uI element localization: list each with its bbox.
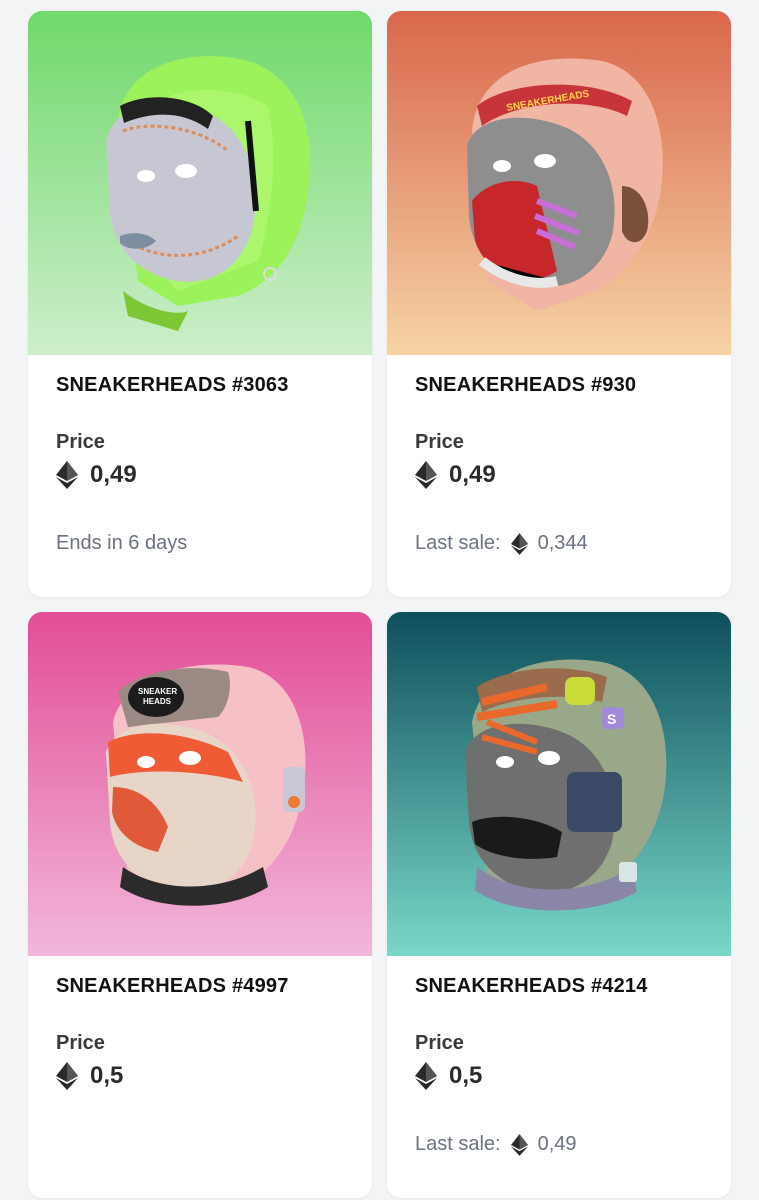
ethereum-icon <box>415 461 437 489</box>
auction-ends-text: Ends in 6 days <box>56 532 187 555</box>
nft-artwork[interactable]: SNEAKERHEADS <box>387 11 731 355</box>
svg-text:S: S <box>607 711 616 727</box>
price-label: Price <box>415 431 464 453</box>
price-row: 0,49 <box>415 461 496 489</box>
nft-artwork[interactable]: S <box>387 612 731 956</box>
mask-artwork-image: SNEAKERHEADS <box>387 11 731 355</box>
nft-card-4214[interactable]: S SNEAKERHEADS #4214 Price 0,5 Last sale… <box>387 612 731 1198</box>
ethereum-icon <box>510 532 528 555</box>
mask-artwork-image: S <box>387 612 731 956</box>
last-sale-value: 0,49 <box>537 1133 577 1155</box>
ethereum-icon <box>56 1062 78 1090</box>
mask-artwork-image: SNEAKER HEADS <box>28 612 372 956</box>
price-label: Price <box>415 1032 464 1054</box>
ethereum-icon <box>415 1062 437 1090</box>
price-row: 0,49 <box>56 461 137 489</box>
nft-title[interactable]: SNEAKERHEADS #3063 <box>56 374 289 397</box>
ethereum-icon <box>56 461 78 489</box>
nft-grid: SNEAKERHEADS #3063 Price 0,49 Ends in 6 … <box>0 0 759 1200</box>
price-row: 0,5 <box>415 1062 482 1090</box>
last-sale-label: Last sale: <box>415 1133 501 1155</box>
price-value: 0,49 <box>449 461 496 488</box>
ends-in-label: Ends in 6 days <box>56 532 188 554</box>
last-sale-label: Last sale: <box>415 532 501 554</box>
price-value: 0,5 <box>90 1062 124 1089</box>
nft-card-930[interactable]: SNEAKERHEADS SNEAKERHEADS #930 Price 0,4… <box>387 11 731 597</box>
price-label: Price <box>56 1032 105 1054</box>
nft-title[interactable]: SNEAKERHEADS #4997 <box>56 975 289 998</box>
price-value: 0,5 <box>449 1062 483 1089</box>
nft-artwork[interactable] <box>28 11 372 355</box>
ethereum-icon <box>510 1133 528 1156</box>
nft-artwork[interactable]: SNEAKER HEADS <box>28 612 372 956</box>
svg-text:HEADS: HEADS <box>143 697 172 706</box>
price-row: 0,5 <box>56 1062 123 1090</box>
price-label: Price <box>56 431 105 453</box>
last-sale: Last sale: 0,49 <box>415 1133 577 1156</box>
mask-artwork-image <box>28 11 372 355</box>
nft-title[interactable]: SNEAKERHEADS #4214 <box>415 975 648 998</box>
last-sale: Last sale: 0,344 <box>415 532 588 555</box>
last-sale-value: 0,344 <box>537 532 588 554</box>
svg-text:SNEAKER: SNEAKER <box>138 687 177 696</box>
price-value: 0,49 <box>90 461 137 488</box>
nft-title[interactable]: SNEAKERHEADS #930 <box>415 374 636 397</box>
nft-card-4997[interactable]: SNEAKER HEADS SNEAKERHEADS #4997 Price 0… <box>28 612 372 1198</box>
nft-card-3063[interactable]: SNEAKERHEADS #3063 Price 0,49 Ends in 6 … <box>28 11 372 597</box>
